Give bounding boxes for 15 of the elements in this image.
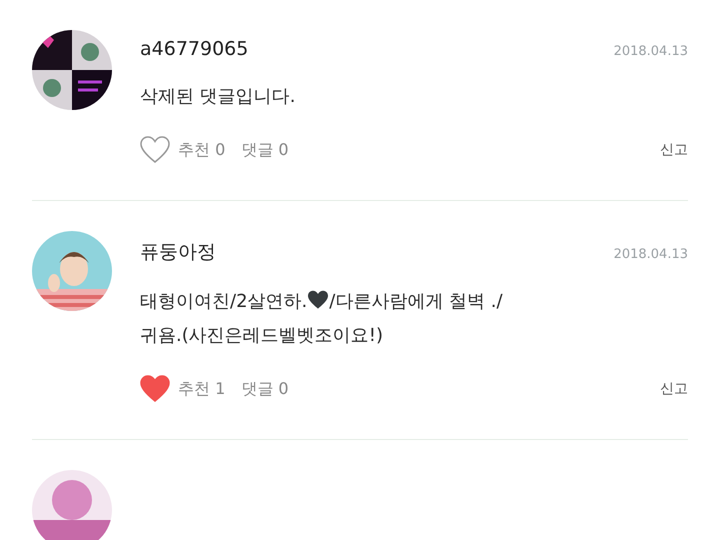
heart-icon[interactable] bbox=[140, 136, 170, 164]
like-count: 추천 0 bbox=[178, 140, 226, 160]
comment-text: 태형이여친/2살연하. /다른사람에게 철벽 ./ bbox=[140, 289, 504, 314]
report-link[interactable]: 신고 bbox=[660, 141, 688, 159]
comment-text: 귀욤.(사진은레드벨벳조이요!) bbox=[140, 324, 384, 348]
author-name[interactable]: a46779065 bbox=[140, 38, 248, 60]
author-name[interactable]: 퓨둥아정 bbox=[140, 239, 216, 265]
report-link[interactable]: 신고 bbox=[660, 380, 688, 398]
comment-date: 2018.04.13 bbox=[614, 44, 688, 59]
like-count: 추천 1 bbox=[178, 378, 226, 400]
reply-link[interactable]: 댓글 0 bbox=[241, 140, 289, 160]
heart-icon[interactable] bbox=[140, 375, 170, 403]
comment-date: 2018.04.13 bbox=[614, 247, 688, 262]
comment-text: 삭제된 댓글입니다. bbox=[140, 85, 296, 109]
reply-link[interactable]: 댓글 0 bbox=[241, 378, 289, 400]
